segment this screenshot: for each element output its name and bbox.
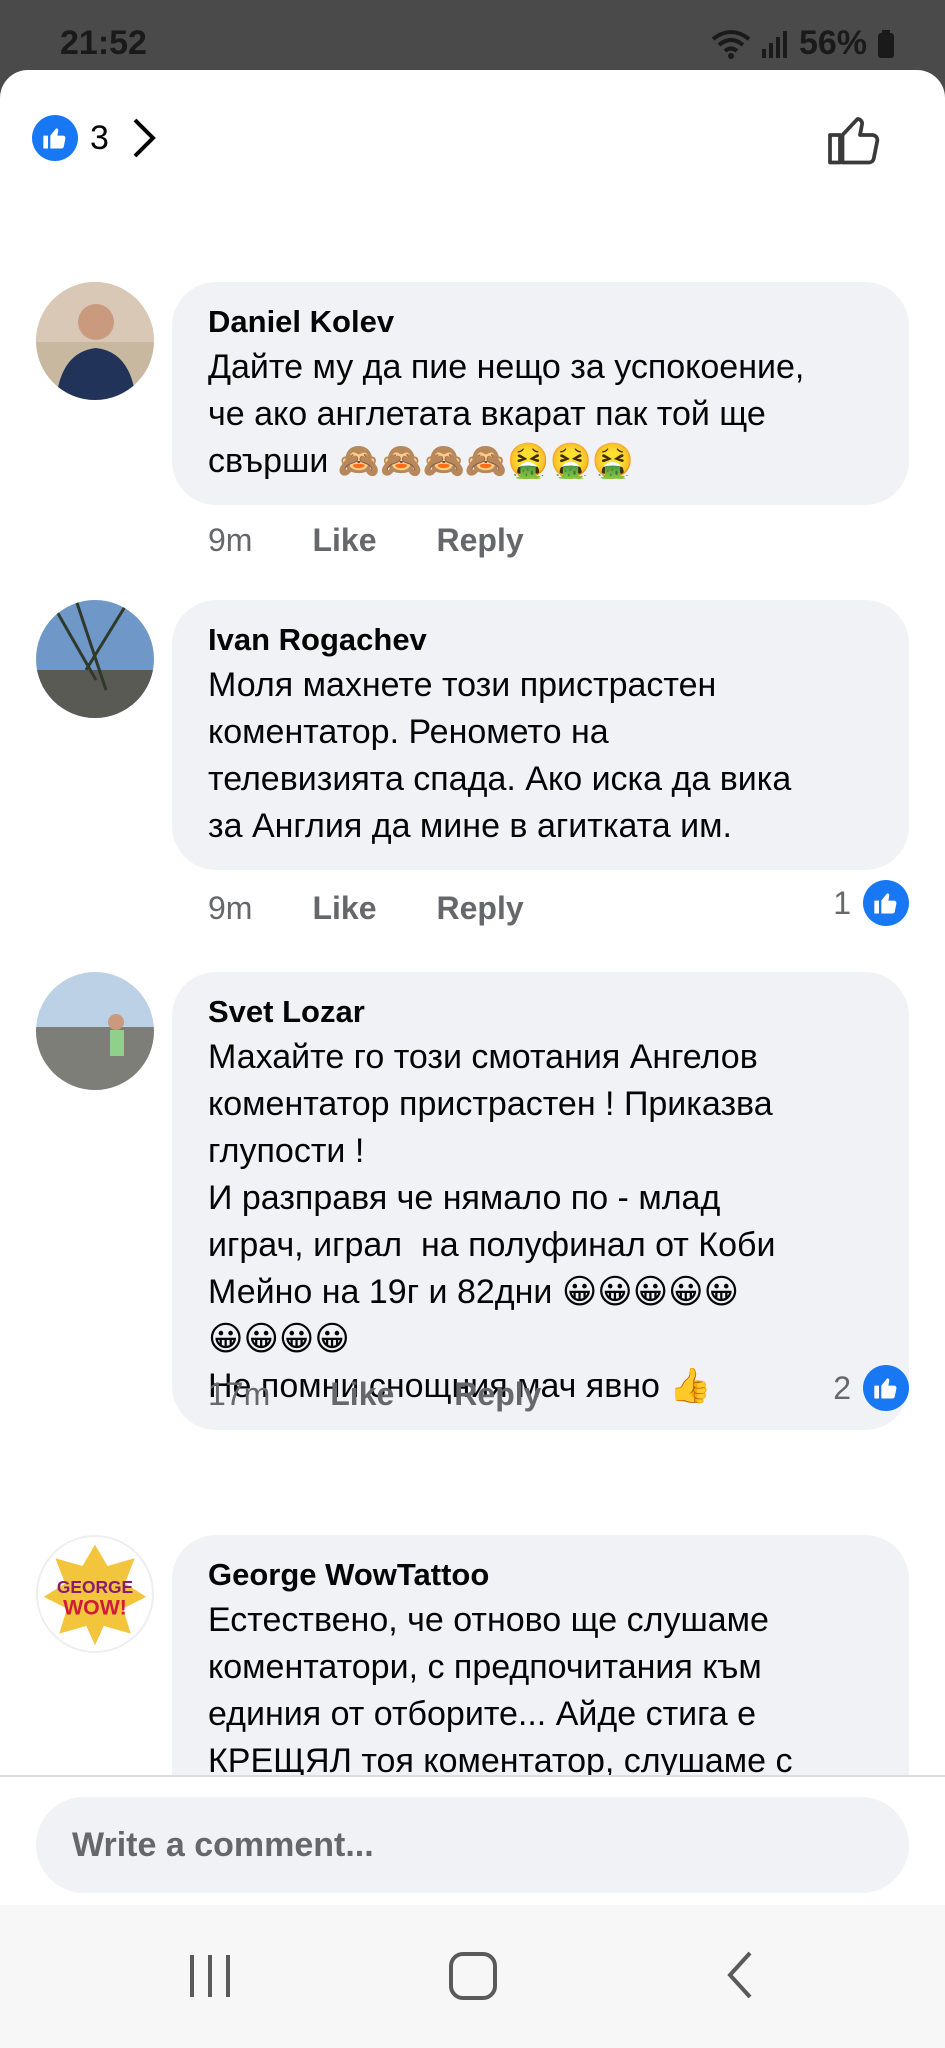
comment-time: 9m (208, 890, 253, 926)
comment-author[interactable]: Ivan Rogachev (208, 618, 873, 662)
wifi-icon (711, 29, 751, 59)
back-button[interactable] (722, 1945, 758, 2010)
comment-text: Махайте го този смотания Ангелов комента… (208, 1038, 776, 1405)
chevron-right-icon (133, 118, 156, 158)
comment-like-button[interactable]: Like (312, 890, 376, 927)
status-bar: 21:52 56% (0, 0, 945, 70)
like-reaction-icon (863, 880, 909, 926)
comment-text: Дайте му да пие нещо за успокоение, че а… (208, 348, 805, 480)
home-button[interactable] (448, 1945, 498, 2010)
like-reaction-icon (32, 115, 78, 161)
status-time: 21:52 (60, 24, 147, 62)
comment-time: 9m (208, 522, 253, 558)
home-icon (449, 1952, 497, 2000)
like-reaction-icon (863, 1365, 909, 1411)
comment-bubble: Ivan Rogachev Моля махнете този пристрас… (172, 600, 909, 870)
avatar[interactable] (36, 282, 154, 400)
avatar[interactable] (36, 600, 154, 718)
signal-icon (761, 30, 787, 58)
battery-percent: 56% (798, 24, 867, 62)
avatar[interactable]: GEORGE WOW! (36, 1535, 154, 1653)
battery-icon (878, 29, 894, 58)
back-icon (727, 1951, 752, 1999)
comment-composer: Write a comment... (0, 1775, 945, 1905)
recent-apps-button[interactable] (186, 1945, 234, 2010)
reaction-summary[interactable]: 3 (32, 115, 157, 161)
comment-author[interactable]: George WowTattoo (208, 1553, 873, 1597)
comment-reply-button[interactable]: Reply (454, 1376, 541, 1413)
comment-meta: 9m Like Reply (208, 522, 584, 559)
svg-text:GEORGE: GEORGE (57, 1577, 133, 1597)
sheet-header: 3 (0, 70, 945, 210)
comment-text: Моля махнете този пристрастен коментатор… (208, 666, 792, 845)
comment-author[interactable]: Svet Lozar (208, 990, 873, 1034)
avatar[interactable] (36, 972, 154, 1090)
status-icons: 56% (711, 24, 895, 63)
reaction-count: 3 (90, 118, 109, 157)
svg-text:WOW!: WOW! (63, 1595, 127, 1619)
comment-reply-button[interactable]: Reply (436, 890, 523, 927)
comment-like-button[interactable]: Like (312, 522, 376, 559)
comment-reaction-count: 1 (833, 884, 851, 921)
comment-author[interactable]: Daniel Kolev (208, 300, 873, 344)
thumbs-up-outline-icon (828, 117, 880, 165)
comment-reply-button[interactable]: Reply (436, 522, 523, 559)
comment-input[interactable]: Write a comment... (36, 1797, 909, 1893)
system-nav-bar (0, 1905, 945, 2048)
comment-meta: 9m Like Reply (208, 890, 584, 927)
comment-like-button[interactable]: Like (330, 1376, 394, 1413)
comment-meta: 17m Like Reply (208, 1376, 601, 1413)
comment-reaction-count: 2 (833, 1369, 851, 1406)
comments-sheet: 3 Daniel Kolev Дайте му да пие нещо за у… (0, 70, 945, 1905)
comment-reactions[interactable]: 1 (833, 880, 909, 926)
like-button[interactable] (825, 110, 885, 175)
comment-bubble: Daniel Kolev Дайте му да пие нещо за усп… (172, 282, 909, 505)
comment-reactions[interactable]: 2 (833, 1365, 909, 1411)
comment-bubble: Svet Lozar Махайте го този смотания Анге… (172, 972, 909, 1430)
comment-time: 17m (208, 1376, 271, 1412)
recent-apps-icon (190, 1955, 230, 1997)
